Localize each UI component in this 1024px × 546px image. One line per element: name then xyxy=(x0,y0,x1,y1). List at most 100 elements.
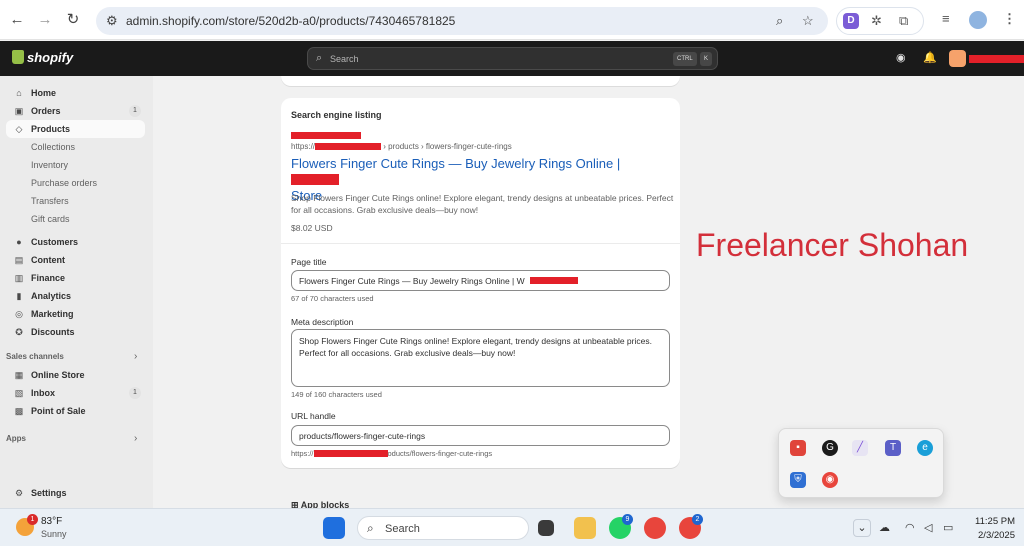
sidebar-item-point-of-sale[interactable]: ▩ Point of Sale xyxy=(6,402,145,420)
url-handle-field[interactable]: products/flowers-finger-cute-rings xyxy=(291,425,670,446)
meta-description-help: 149 of 160 characters used xyxy=(291,390,382,399)
sidebar-item-label: Marketing xyxy=(31,309,74,319)
chrome-icon[interactable] xyxy=(644,517,666,539)
sidebar-item-label: Content xyxy=(31,255,65,265)
windows-start-icon[interactable] xyxy=(323,517,345,539)
person-icon: ● xyxy=(16,237,22,247)
recorder-icon[interactable]: ▪ xyxy=(790,440,806,456)
address-bar[interactable]: ⚙ admin.shopify.com/store/520d2b-a0/prod… xyxy=(96,7,828,35)
bookmark-star-icon[interactable]: ☆ xyxy=(802,13,814,29)
sidekick-icon[interactable]: ◉ xyxy=(896,51,906,64)
chrome-icon[interactable]: ◉ xyxy=(822,472,838,488)
home-icon: ⌂ xyxy=(16,88,22,98)
profile-avatar[interactable] xyxy=(969,11,987,29)
site-info-icon[interactable]: ⚙ xyxy=(106,13,118,29)
kbd-k: K xyxy=(700,52,713,66)
browser-toolbar: ← → ↻ ⚙ admin.shopify.com/store/520d2b-a… xyxy=(0,0,1024,40)
sidebar-item-gift-cards[interactable]: Gift cards xyxy=(6,210,145,228)
seo-breadcrumb: https:// › products › flowers-finger-cut… xyxy=(291,142,512,151)
file-explorer-icon[interactable] xyxy=(574,517,596,539)
edge-icon[interactable]: e xyxy=(917,440,933,456)
zoom-icon[interactable]: ⌕ xyxy=(776,13,783,29)
sidebar-item-purchase-orders[interactable]: Purchase orders xyxy=(6,174,145,192)
sidebar-item-content[interactable]: ▤ Content xyxy=(6,251,145,269)
meta-description-field[interactable]: Shop Flowers Finger Cute Rings online! E… xyxy=(291,329,670,387)
shopify-bag-icon xyxy=(12,50,24,64)
sidebar-item-inventory[interactable]: Inventory xyxy=(6,156,145,174)
chrome-menu-icon[interactable]: ⋮ xyxy=(1003,11,1016,27)
extension-gear-icon[interactable]: ✲ xyxy=(871,13,882,29)
chevron-right-icon[interactable]: › xyxy=(134,351,137,362)
sidebar-item-online-store[interactable]: ▦ Online Store xyxy=(6,366,145,384)
url-handle-help: https:// oducts/flowers-finger-cute-rings xyxy=(291,449,492,458)
grammarly-icon[interactable]: G xyxy=(822,440,838,456)
taskbar-search[interactable]: ⌕ Search xyxy=(357,516,529,540)
apps-heading[interactable]: Apps xyxy=(6,434,26,443)
task-view-icon[interactable] xyxy=(538,520,554,536)
previous-card xyxy=(281,76,680,86)
sidebar-item-transfers[interactable]: Transfers xyxy=(6,192,145,210)
sales-channels-heading[interactable]: Sales channels xyxy=(6,352,64,361)
sidebar-item-label: Products xyxy=(31,124,71,134)
sidebar-item-discounts[interactable]: ✪ Discounts xyxy=(6,323,145,341)
sidebar-item-home[interactable]: ⌂ Home xyxy=(6,84,145,102)
temperature[interactable]: 83°F xyxy=(41,516,62,527)
extensions-group: D ✲ ⧉ xyxy=(836,7,924,35)
sidebar-item-orders[interactable]: ▣ Orders 1 xyxy=(6,102,145,120)
whatsapp-badge: 9 xyxy=(622,514,633,525)
seo-preview-description: Shop Flowers Finger Cute Rings online! E… xyxy=(291,193,674,215)
chevron-right-icon[interactable]: › xyxy=(134,433,137,444)
sidebar-item-products[interactable]: ◇ Products xyxy=(6,120,145,138)
content-icon: ▤ xyxy=(14,255,24,265)
sidebar-item-label: Inbox xyxy=(31,388,55,398)
sidebar-item-label: Analytics xyxy=(31,291,72,301)
search-input[interactable]: ⌕ Search CTRL K xyxy=(307,47,718,70)
shopify-logo[interactable]: shopify xyxy=(12,50,73,65)
breadcrumb-suffix: › products › flowers-finger-cute-rings xyxy=(383,142,512,151)
inbox-count-badge: 1 xyxy=(129,387,141,399)
tray-overflow-popup: ▪ G ╱ T e ⛨ ◉ xyxy=(778,428,944,498)
seo-preview-price: $8.02 USD xyxy=(291,223,333,233)
sidebar-item-customers[interactable]: ● Customers xyxy=(6,233,145,251)
sidebar-item-collections[interactable]: Collections xyxy=(6,138,145,156)
sidebar-item-marketing[interactable]: ◎ Marketing xyxy=(6,305,145,323)
search-placeholder: Search xyxy=(330,54,359,64)
forward-icon[interactable]: → xyxy=(34,9,56,31)
notification-bell-icon[interactable]: 🔔 xyxy=(923,51,937,64)
security-shield-icon[interactable]: ⛨ xyxy=(790,472,806,488)
cloud-icon[interactable]: ☁ xyxy=(879,521,890,534)
teams-icon[interactable]: T xyxy=(885,440,901,456)
wifi-icon[interactable]: ◠ xyxy=(905,521,915,534)
chevron-up-icon[interactable]: ⌄ xyxy=(853,519,871,537)
url-help-suffix: oducts/flowers-finger-cute-rings xyxy=(387,449,493,458)
sidebar-item-label: Point of Sale xyxy=(31,406,86,416)
watermark-text: Freelancer Shohan xyxy=(696,227,969,263)
system-clock[interactable]: 11:25 PM 2/3/2025 xyxy=(969,516,1015,541)
app-blocks-icon: ⊞ xyxy=(291,500,301,508)
orders-icon: ▣ xyxy=(14,106,24,116)
redacted-domain xyxy=(315,143,382,150)
battery-icon[interactable]: ▭ xyxy=(943,521,953,534)
divider xyxy=(281,243,680,244)
page-title-field[interactable]: Flowers Finger Cute Rings — Buy Jewelry … xyxy=(291,270,670,291)
back-icon[interactable]: ← xyxy=(6,9,28,31)
sidebar-item-inbox[interactable]: ▧ Inbox 1 xyxy=(6,384,145,402)
sidebar-item-finance[interactable]: ▥ Finance xyxy=(6,269,145,287)
sidebar-item-label: Collections xyxy=(31,142,76,152)
sidebar-item-analytics[interactable]: ▮ Analytics xyxy=(6,287,145,305)
volume-icon[interactable]: ◁ xyxy=(924,521,932,534)
redacted-store-name xyxy=(291,132,361,139)
page-title-label: Page title xyxy=(291,257,327,267)
clock-date: 2/3/2025 xyxy=(978,530,1015,541)
sidebar-item-settings[interactable]: ⚙ Settings xyxy=(6,484,145,502)
extensions-puzzle-icon[interactable]: ⧉ xyxy=(899,13,908,29)
store-avatar[interactable] xyxy=(949,50,966,67)
extension-d-icon[interactable]: D xyxy=(843,13,859,29)
reload-icon[interactable]: ↻ xyxy=(62,9,84,31)
target-icon: ◎ xyxy=(15,309,23,319)
media-control-icon[interactable]: ≡ xyxy=(942,11,950,26)
weather-condition: Sunny xyxy=(41,529,67,539)
pen-icon[interactable]: ╱ xyxy=(852,440,868,456)
search-icon: ⌕ xyxy=(367,521,374,535)
url-help-prefix: https:// xyxy=(291,449,314,458)
